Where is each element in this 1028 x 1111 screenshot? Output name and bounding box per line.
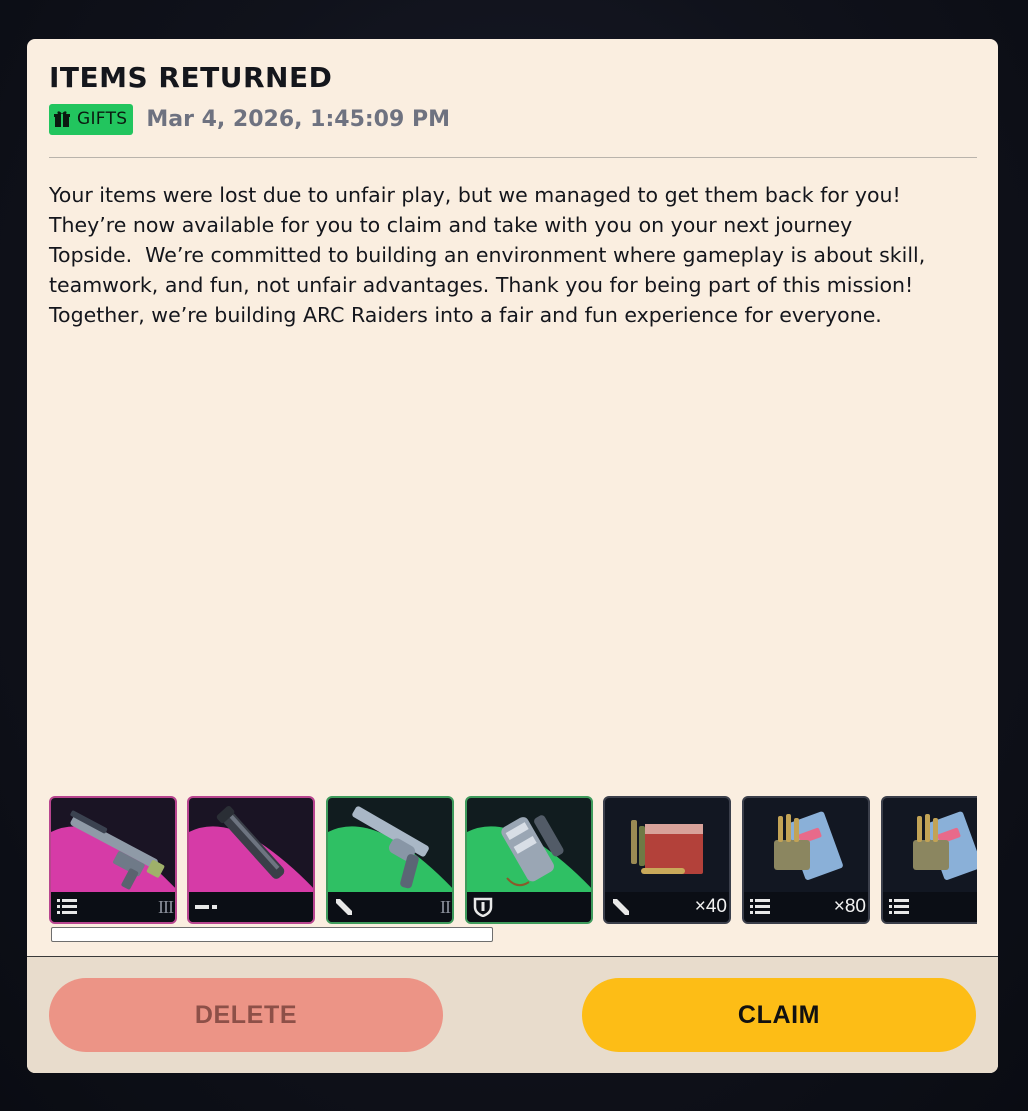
item-info-bar: ×40	[605, 892, 729, 922]
gifts-badge: GIFTS	[49, 103, 134, 135]
item-slot[interactable]: ×40	[603, 796, 731, 924]
delete-button[interactable]: DELETE	[49, 978, 443, 1052]
item-slot[interactable]: III	[49, 796, 177, 924]
barrel-attachment-icon	[216, 806, 285, 879]
item-slot[interactable]: ×	[881, 796, 977, 924]
item-info-bar	[189, 892, 313, 922]
item-info-bar: II	[328, 892, 452, 922]
pencil-icon	[613, 899, 629, 915]
ammo-box-icon	[774, 811, 843, 880]
item-info-bar: III	[51, 892, 175, 922]
item-quantity: ×40	[694, 896, 727, 917]
message-meta: GIFTS Mar 4, 2026, 1:45:09 PM	[49, 103, 450, 135]
item-tier: II	[440, 896, 451, 917]
shield-device-icon	[501, 815, 564, 887]
item-info-bar	[467, 892, 591, 922]
item-info-bar: ×	[883, 892, 977, 922]
list-icon	[889, 899, 909, 914]
message-body: Your items were lost due to unfair play,…	[49, 180, 979, 330]
item-slot[interactable]	[187, 796, 315, 924]
revolver-icon	[352, 806, 429, 889]
list-icon	[57, 899, 77, 914]
item-quantity: ×80	[833, 896, 866, 917]
item-slot[interactable]: ×80	[742, 796, 870, 924]
gift-icon	[54, 111, 70, 127]
item-slot[interactable]: II	[326, 796, 454, 924]
claim-button[interactable]: CLAIM	[582, 978, 976, 1052]
dash-icon	[195, 905, 217, 909]
ammo-box-icon	[913, 811, 977, 880]
message-line: Your items were lost due to unfair play,…	[49, 183, 901, 207]
message-line: teamwork, and fun, not unfair advantages…	[49, 273, 914, 297]
ammo-box-icon	[631, 820, 703, 874]
item-tier: III	[158, 896, 174, 917]
returned-items-list[interactable]: III II ×40 ×80	[49, 795, 977, 925]
message-line: They’re now available for you to claim a…	[49, 213, 853, 237]
pencil-icon	[336, 899, 352, 915]
items-scrollbar[interactable]	[51, 927, 493, 942]
dialog-footer: DELETE CLAIM	[27, 956, 998, 1073]
item-slot[interactable]	[465, 796, 593, 924]
dialog-title: ITEMS RETURNED	[49, 61, 333, 94]
message-line: Together, we’re building ARC Raiders int…	[49, 303, 882, 327]
list-icon	[750, 899, 770, 914]
shield-icon	[473, 897, 493, 917]
items-returned-dialog: ITEMS RETURNED GIFTS Mar 4, 2026, 1:45:0…	[27, 39, 998, 1073]
badge-label: GIFTS	[77, 109, 128, 129]
rifle-icon	[70, 810, 165, 890]
item-info-bar: ×80	[744, 892, 868, 922]
header-divider	[49, 157, 977, 158]
message-line: Topside. We’re committed to building an …	[49, 243, 926, 267]
message-date: Mar 4, 2026, 1:45:09 PM	[146, 106, 450, 132]
